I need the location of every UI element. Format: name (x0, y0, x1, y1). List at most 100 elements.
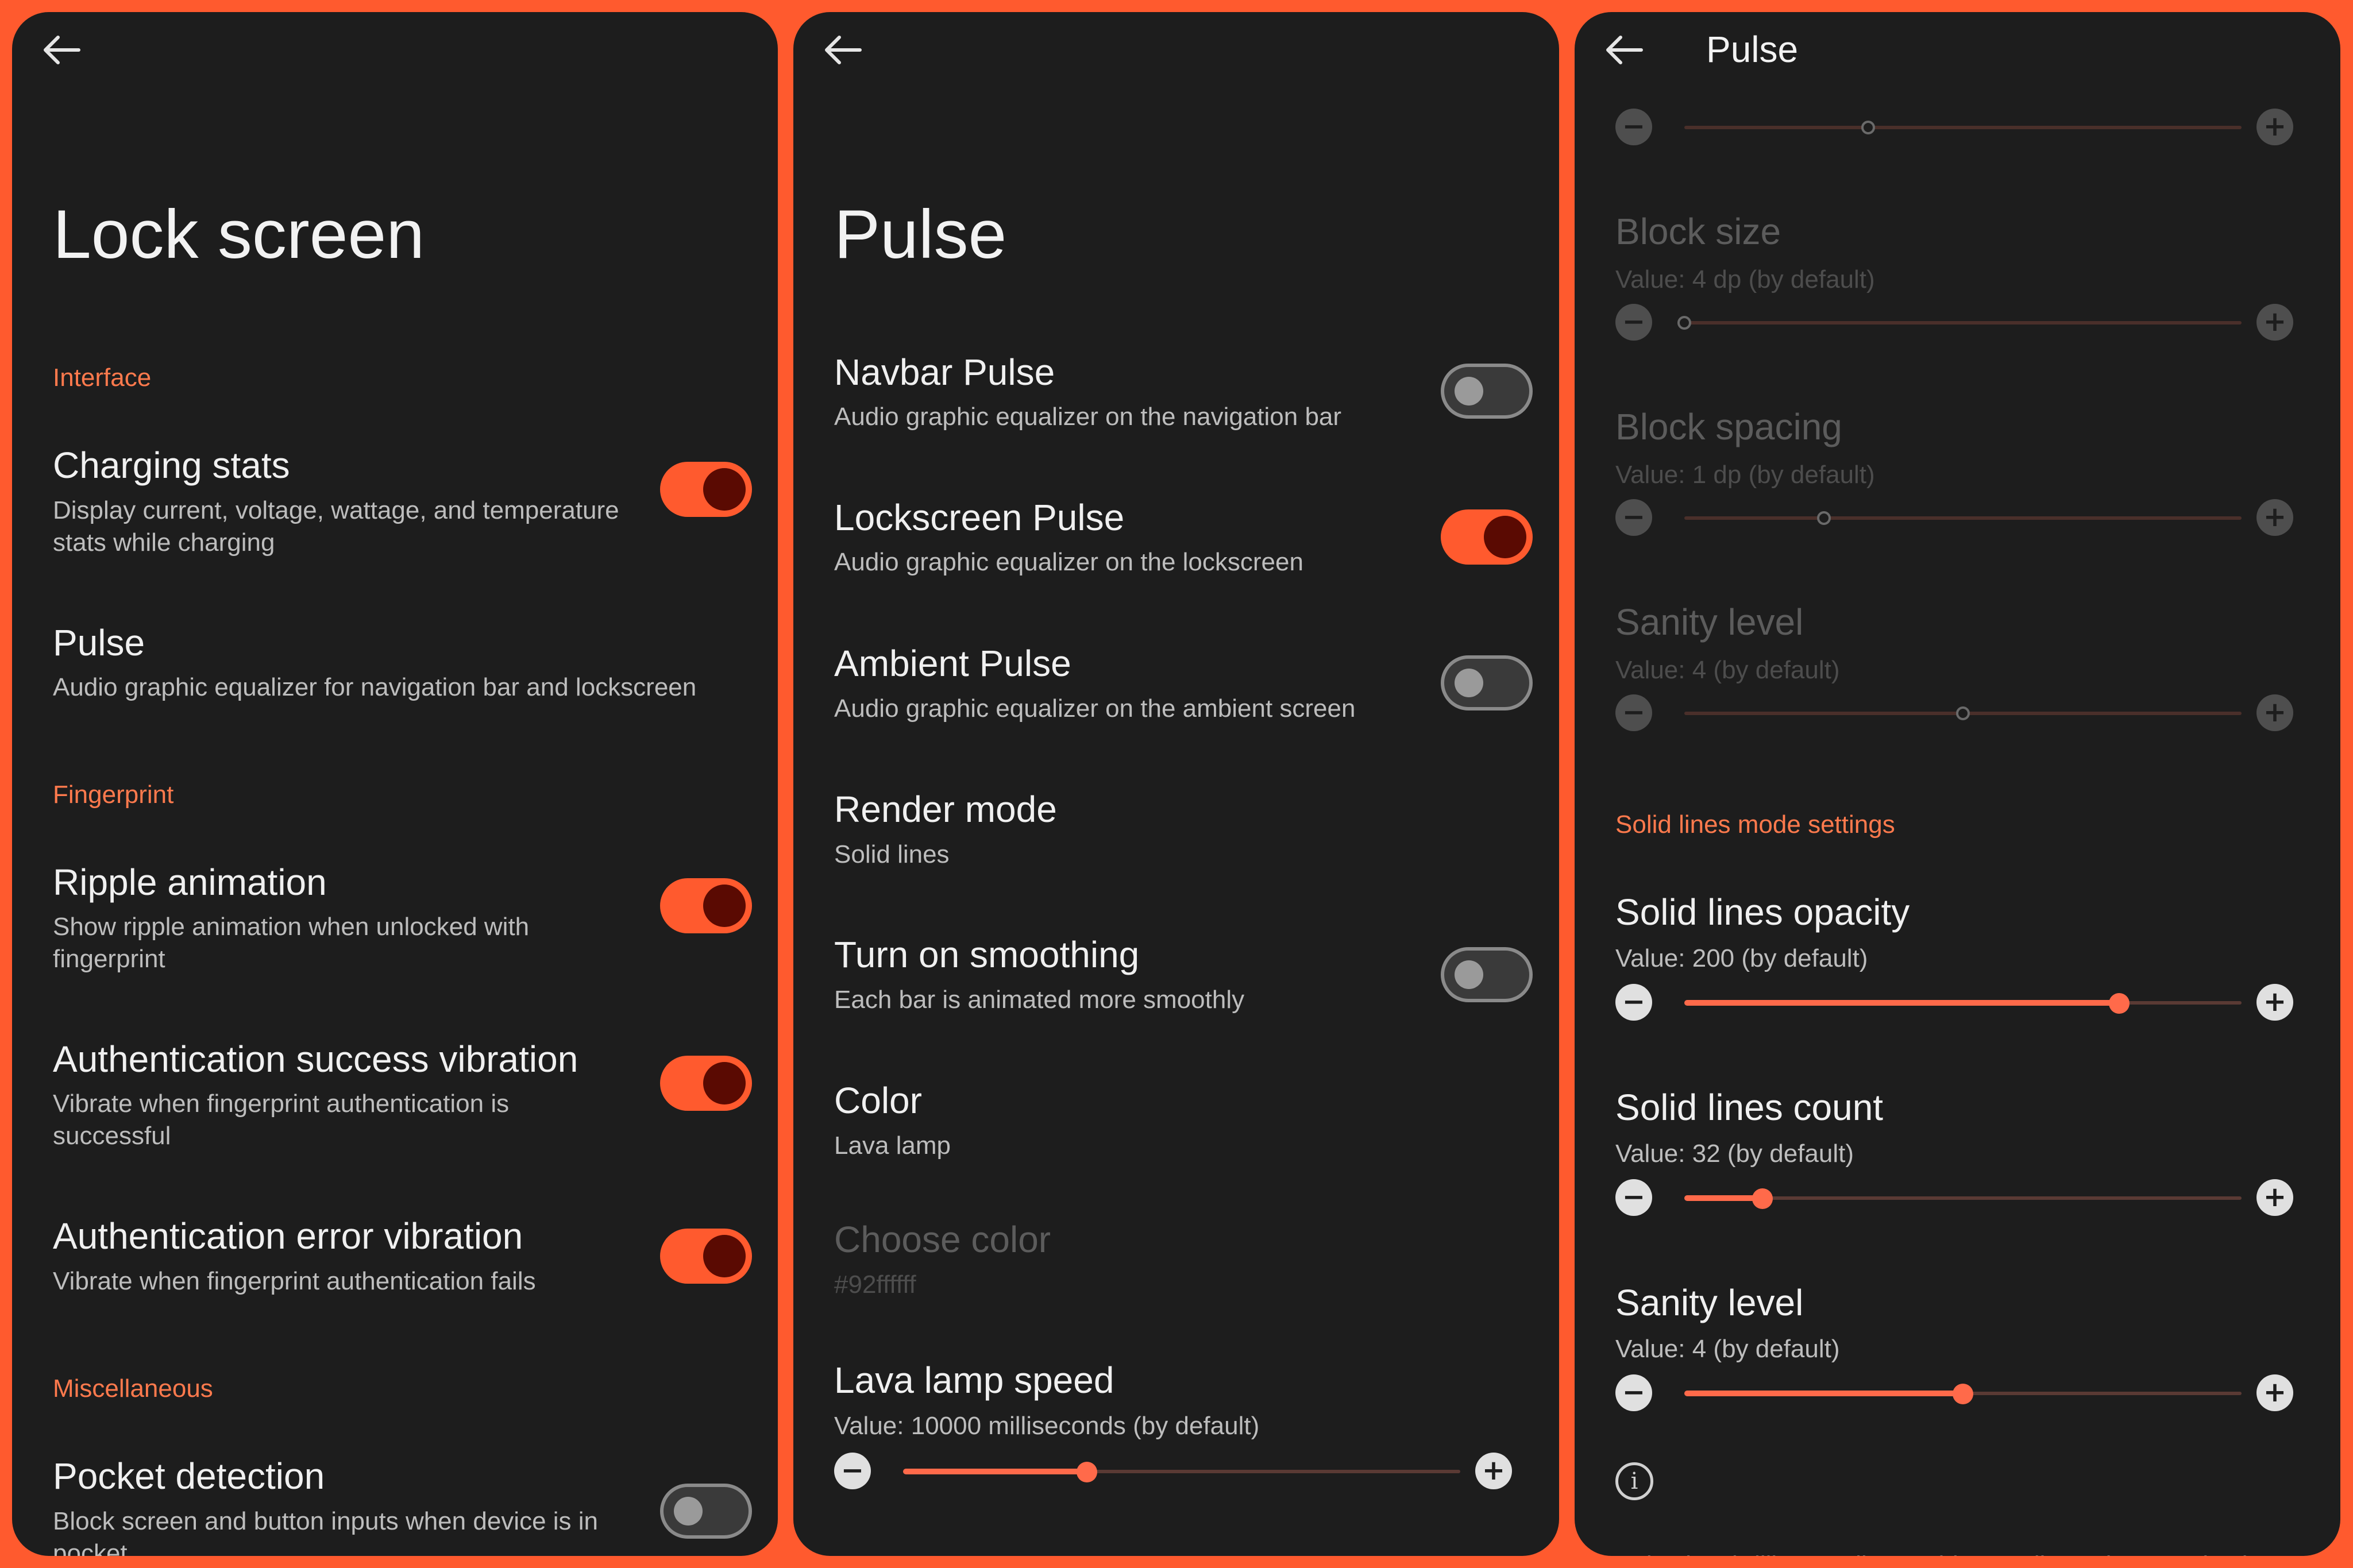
back-arrow-icon[interactable] (822, 34, 868, 68)
slider-track (1684, 126, 2242, 129)
slider-fill (1684, 1195, 1762, 1201)
setting-subtitle: Lava lamp (834, 1131, 951, 1160)
ripple-animation-toggle[interactable] (660, 878, 752, 933)
toggle-knob (703, 885, 746, 927)
setting-subtitle: Solid lines (834, 840, 950, 868)
slider-track (1684, 516, 2242, 520)
slider-thumb (1956, 706, 1970, 720)
section-interface: Interface (53, 364, 152, 392)
info-icon: i (1615, 1462, 1653, 1500)
smoothing-toggle[interactable] (1441, 947, 1533, 1002)
minus-icon: − (1615, 304, 1652, 341)
setting-subtitle: Each bar is animated more smoothly (834, 986, 1245, 1014)
minus-icon: − (1615, 694, 1652, 731)
plus-icon: + (2256, 499, 2293, 536)
back-arrow-icon[interactable] (1603, 34, 1649, 68)
setting-title: Solid lines count (1615, 1087, 1884, 1128)
block-size-slider: − + (1615, 304, 2293, 344)
ambient-pulse-toggle[interactable] (1441, 655, 1533, 710)
slider-thumb[interactable] (2108, 993, 2130, 1014)
section-solid-lines: Solid lines mode settings (1615, 810, 1895, 839)
setting-subtitle: Value: 4 dp (by default) (1615, 265, 1875, 293)
plus-icon[interactable]: + (1475, 1453, 1512, 1489)
setting-subtitle: Vibrate when fingerprint authentication … (53, 1267, 536, 1295)
minus-icon[interactable]: − (1615, 1179, 1652, 1216)
setting-title: Lava lamp speed (834, 1360, 1114, 1401)
pulse-panel: Pulse Navbar Pulse Audio graphic equaliz… (793, 12, 1559, 1556)
plus-icon[interactable]: + (2256, 1179, 2293, 1216)
slider-fill (903, 1469, 1087, 1474)
setting-title: Solid lines opacity (1615, 891, 1910, 933)
slider-thumb[interactable] (1752, 1188, 1773, 1209)
setting-subtitle: #92ffffff (834, 1270, 916, 1299)
setting-title: Block size (1615, 211, 1781, 252)
footer-text: Pulse is a brilliant audio graphic equal… (1615, 1551, 2287, 1556)
solid-lines-count-slider[interactable]: − + (1615, 1179, 2293, 1219)
setting-subtitle: Value: 4 (by default) (1615, 1335, 1840, 1363)
setting-title: Lockscreen Pulse (834, 497, 1125, 538)
setting-subtitle: Value: 10000 milliseconds (by default) (834, 1412, 1260, 1440)
setting-title: Authentication success vibration (53, 1038, 578, 1080)
slider-track (1684, 321, 2242, 325)
toggle-knob (1484, 516, 1526, 558)
setting-title: Choose color (834, 1219, 1051, 1260)
setting-title: Sanity level (1615, 1282, 1804, 1323)
toggle-knob (1455, 960, 1483, 989)
toggle-knob (1455, 377, 1483, 405)
charging-stats-toggle[interactable] (660, 462, 752, 517)
pocket-detection-toggle[interactable] (660, 1484, 752, 1539)
back-arrow-icon[interactable] (41, 34, 87, 68)
block-spacing-slider: − + (1615, 499, 2293, 539)
setting-subtitle: Audio graphic equalizer on the navigatio… (834, 403, 1342, 431)
solid-lines-opacity-slider[interactable]: − + (1615, 984, 2293, 1024)
setting-title: Color (834, 1080, 922, 1121)
header-title: Pulse (1706, 29, 1799, 70)
auth-success-vibration-toggle[interactable] (660, 1056, 752, 1111)
auth-error-vibration-toggle[interactable] (660, 1229, 752, 1284)
plus-icon[interactable]: + (2256, 984, 2293, 1021)
setting-subtitle: Audio graphic equalizer for navigation b… (53, 673, 697, 701)
setting-title: Turn on smoothing (834, 934, 1140, 975)
setting-subtitle: Show ripple animation when unlocked with… (53, 913, 530, 973)
setting-title: Ripple animation (53, 862, 327, 903)
setting-title: Navbar Pulse (834, 352, 1055, 393)
pulse-detail-panel: Pulse − + Block size Value: 4 dp (by def… (1575, 12, 2340, 1556)
slider-thumb (1816, 511, 1831, 525)
setting-subtitle: Value: 4 (by default) (1615, 656, 1840, 684)
setting-subtitle: Value: 1 dp (by default) (1615, 461, 1875, 489)
setting-title: Charging stats (53, 445, 290, 486)
setting-title: Pocket detection (53, 1455, 325, 1497)
setting-subtitle: Vibrate when fingerprint authentication … (53, 1090, 510, 1150)
navbar-pulse-toggle[interactable] (1441, 364, 1533, 419)
toggle-knob (703, 1235, 746, 1277)
minus-icon[interactable]: − (834, 1453, 871, 1489)
plus-icon: + (2256, 304, 2293, 341)
toggle-knob (703, 1062, 746, 1104)
plus-icon: + (2256, 694, 2293, 731)
setting-title: Render mode (834, 789, 1057, 830)
toggle-knob (703, 468, 746, 511)
toggle-knob (1455, 669, 1483, 697)
lockscreen-pulse-toggle[interactable] (1441, 509, 1533, 565)
lava-lamp-speed-slider[interactable]: − + (834, 1453, 1512, 1493)
section-fingerprint: Fingerprint (53, 781, 174, 809)
plus-icon[interactable]: + (2256, 1374, 2293, 1411)
setting-subtitle: Block screen and button inputs when devi… (53, 1507, 599, 1556)
sanity-level-slider[interactable]: − + (1615, 1374, 2293, 1415)
minus-icon[interactable]: − (1615, 1374, 1652, 1411)
slider-thumb[interactable] (1077, 1462, 1098, 1482)
slider-thumb (1677, 316, 1691, 330)
minus-icon[interactable]: − (1615, 984, 1652, 1021)
page-title: Pulse (834, 196, 1007, 273)
sanity-level-slider-dim: − + (1615, 694, 2293, 735)
slider-thumb[interactable] (1953, 1384, 1973, 1404)
slider-fill (1684, 1391, 1963, 1396)
setting-title: Pulse (53, 622, 145, 663)
page-title: Lock screen (53, 196, 425, 273)
minus-icon: − (1615, 499, 1652, 536)
setting-subtitle: Value: 200 (by default) (1615, 944, 1868, 972)
setting-subtitle: Audio graphic equalizer on the lockscree… (834, 548, 1303, 576)
setting-subtitle: Audio graphic equalizer on the ambient s… (834, 694, 1356, 723)
setting-title: Ambient Pulse (834, 643, 1071, 684)
setting-subtitle: Value: 32 (by default) (1615, 1140, 1854, 1168)
